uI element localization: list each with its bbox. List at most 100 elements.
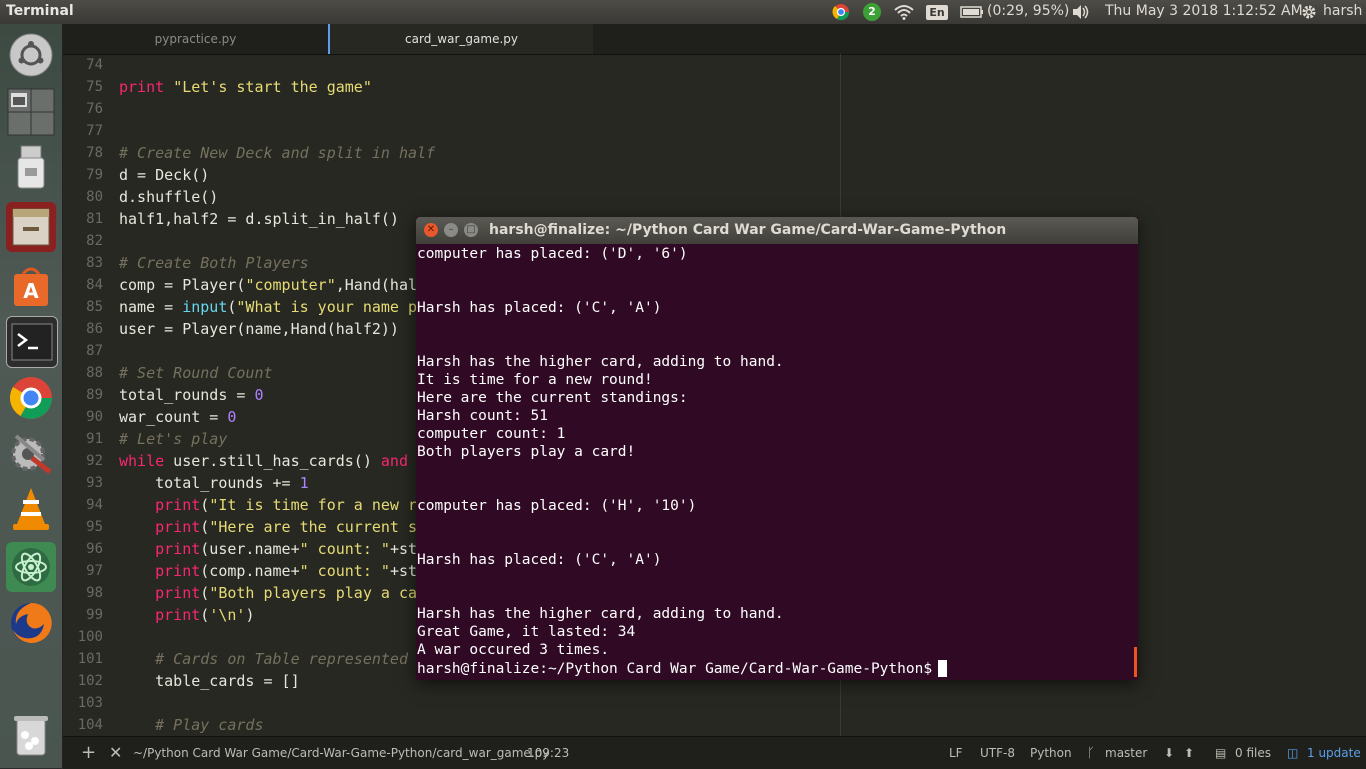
code-line[interactable]: table_cards = [] [119,672,300,690]
terminal-title: harsh@finalize: ~/Python Card War Game/C… [489,222,1007,238]
line-number: 87 [86,343,103,359]
battery-status[interactable]: (0:29, 95%) [987,3,1069,19]
terminal-line: Great Game, it lasted: 34 [417,624,636,640]
code-line[interactable]: comp = Player("computer",Hand(hal [119,276,417,294]
code-line[interactable]: while user.still_has_cards() and [119,452,408,470]
wifi-icon[interactable] [894,2,914,22]
ubuntu-dash-icon[interactable] [6,30,56,80]
code-line[interactable]: total_rounds = 0 [119,386,264,404]
chrome-icon[interactable] [6,373,56,423]
line-ending[interactable]: LF [949,746,963,760]
terminal-line: Harsh count: 51 [417,408,548,424]
workspace-switcher-icon[interactable] [6,87,56,137]
code-line[interactable]: # Let's play [119,430,227,448]
line-number: 84 [86,277,103,293]
code-line[interactable]: d.shuffle() [119,188,218,206]
code-line[interactable]: # Create Both Players [119,254,309,272]
line-number: 95 [86,519,103,535]
code-line[interactable]: war_count = 0 [119,408,236,426]
code-line[interactable]: print(comp.name+" count: "+st [119,562,417,580]
terminal-line: Here are the current standings: [417,390,688,406]
firefox-icon[interactable] [6,598,56,648]
line-number: 100 [77,629,103,645]
battery-icon[interactable] [959,2,985,22]
terminal-cursor [938,660,948,677]
line-number: 98 [86,585,103,601]
atom-icon[interactable] [6,542,56,592]
svg-text:A: A [23,279,39,303]
line-number: 88 [86,365,103,381]
code-line[interactable]: print "Let's start the game" [119,78,372,96]
file-cabinet-icon[interactable] [6,202,56,252]
clock[interactable]: Thu May 3 2018 1:12:52 AM [1105,3,1303,19]
session-gear-icon[interactable] [1299,2,1319,22]
line-number: 99 [86,607,103,623]
code-line[interactable]: # Cards on Table represented [119,650,408,668]
code-line[interactable]: # Set Round Count [119,364,273,382]
tab-card-war-game[interactable]: card_war_game.py [328,24,593,54]
code-line[interactable]: d = Deck() [119,166,209,184]
line-number: 83 [86,255,103,271]
terminal-prompt[interactable]: harsh@finalize:~/Python Card War Game/Ca… [417,660,948,677]
top-panel: Terminal 2 En (0:29, 95%) Thu May 3 2018… [0,0,1366,24]
line-number: 79 [86,167,103,183]
code-line[interactable]: print("It is time for a new r [119,496,417,514]
keyboard-layout-indicator[interactable]: En [926,2,948,22]
trash-icon[interactable] [6,710,56,760]
maximize-window-icon[interactable]: □ [464,223,478,237]
line-number: 97 [86,563,103,579]
terminal-output[interactable]: computer has placed: ('D', '6') Harsh has… [417,244,1137,680]
code-line[interactable]: # Create New Deck and split in half [119,144,435,162]
file-path[interactable]: ~/Python Card War Game/Card-War-Game-Pyt… [133,746,549,760]
line-number: 75 [86,79,103,95]
update-notice[interactable]: 1 update [1307,746,1361,760]
notification-badge-icon[interactable]: 2 [862,2,882,22]
user-name[interactable]: harsh [1323,3,1362,19]
line-number: 86 [86,321,103,337]
line-number: 96 [86,541,103,557]
system-settings-icon[interactable] [6,428,56,478]
line-number: 94 [86,497,103,513]
tab-pypractice[interactable]: pypractice.py [63,24,328,54]
line-number: 85 [86,299,103,315]
line-number: 101 [77,651,103,667]
git-branch[interactable]: master [1105,746,1147,760]
chrome-indicator-icon[interactable] [831,2,851,22]
code-line[interactable]: name = input("What is your name p [119,298,417,316]
line-number: 89 [86,387,103,403]
terminal-line: Harsh has the higher card, adding to han… [417,354,784,370]
branch-icon: ᚴ [1087,746,1095,761]
grammar[interactable]: Python [1030,746,1072,760]
status-bar: + ✕ ~/Python Card War Game/Card-War-Game… [63,736,1366,769]
close-window-icon[interactable]: ✕ [424,223,438,237]
terminal-titlebar[interactable]: ✕ – □ harsh@finalize: ~/Python Card War … [416,217,1138,244]
minimize-window-icon[interactable]: – [444,223,458,237]
code-line[interactable]: print(user.name+" count: "+st [119,540,417,558]
code-line[interactable]: user = Player(name,Hand(half2)) [119,320,399,338]
code-line[interactable]: print('\n') [119,606,254,624]
line-number: 92 [86,453,103,469]
line-number: 102 [77,673,103,689]
code-line[interactable]: half1,half2 = d.split_in_half() [119,210,399,228]
fetch-down-icon[interactable]: ⬇ [1164,746,1174,760]
code-line[interactable]: print("Both players play a ca [119,584,417,602]
code-line[interactable]: total_rounds += 1 [119,474,309,492]
add-icon[interactable]: + [81,742,96,763]
code-line[interactable]: print("Here are the current s [119,518,417,536]
line-number: 103 [77,695,103,711]
terminal-icon[interactable] [6,316,58,368]
volume-icon[interactable] [1071,2,1091,22]
line-number: 81 [86,211,103,227]
editor-tab-bar: pypractice.py card_war_game.py [63,24,1366,55]
push-up-icon[interactable]: ⬆ [1184,746,1194,760]
cursor-position[interactable]: 109:23 [527,746,569,760]
vlc-icon[interactable] [6,484,56,534]
close-icon[interactable]: ✕ [109,743,122,762]
terminal-line: Both players play a card! [417,444,636,460]
usb-drive-icon[interactable] [6,142,56,192]
code-line[interactable]: # Play cards [119,716,263,734]
software-center-icon[interactable]: A [6,261,56,311]
terminal-window[interactable]: ✕ – □ harsh@finalize: ~/Python Card War … [416,217,1138,680]
encoding[interactable]: UTF-8 [980,746,1015,760]
git-files[interactable]: 0 files [1235,746,1271,760]
